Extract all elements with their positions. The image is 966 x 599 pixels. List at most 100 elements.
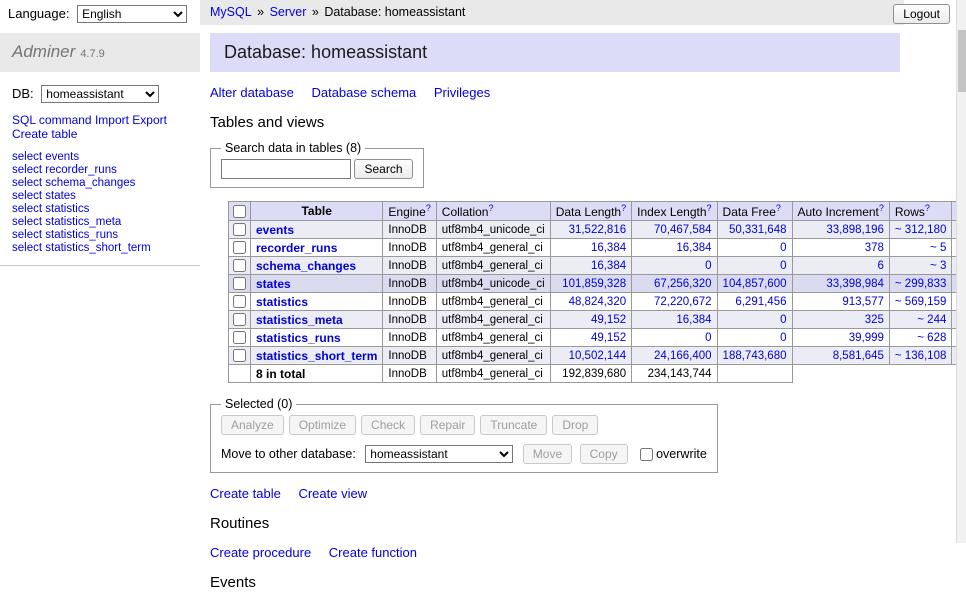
search-button[interactable]: Search — [354, 159, 412, 179]
db-link-alter-database[interactable]: Alter database — [210, 85, 294, 100]
overwrite-checkbox[interactable] — [640, 448, 653, 461]
sidebar-table-link-statistics_short_term[interactable]: statistics_short_term — [45, 242, 150, 254]
row-checkbox-states[interactable] — [233, 277, 246, 290]
help-link-auto-increment[interactable]: ? — [879, 203, 884, 213]
move-button[interactable]: Move — [523, 444, 572, 464]
sidebar-table-link-statistics_meta[interactable]: statistics_meta — [45, 216, 121, 228]
help-link-collation[interactable]: ? — [488, 203, 493, 213]
rows-link[interactable]: ~ 312,180 — [895, 224, 946, 236]
breadcrumb-link-mysql[interactable]: MySQL — [210, 5, 252, 19]
data-free-link[interactable]: 0 — [780, 242, 786, 254]
sidebar-link-import[interactable]: Import — [95, 113, 129, 127]
data-free-link[interactable]: 50,331,648 — [729, 224, 787, 236]
select-link-statistics[interactable]: select — [12, 203, 42, 215]
data-length-link[interactable]: 31,522,816 — [569, 224, 627, 236]
data-length-link[interactable]: 16,384 — [591, 242, 626, 254]
help-link-data-length[interactable]: ? — [621, 203, 626, 213]
help-link-index-length[interactable]: ? — [707, 203, 712, 213]
analyze-button[interactable]: Analyze — [221, 415, 284, 435]
sidebar-table-link-statistics_runs[interactable]: statistics_runs — [45, 229, 118, 241]
overwrite-option[interactable]: overwrite — [640, 447, 707, 461]
table-name-link-schema_changes[interactable]: schema_changes — [256, 259, 356, 273]
auto-increment-link[interactable]: 8,581,645 — [833, 350, 884, 362]
sidebar-table-link-recorder_runs[interactable]: recorder_runs — [45, 164, 117, 176]
db-select[interactable]: homeassistant — [41, 85, 159, 103]
data-free-link[interactable]: 6,291,456 — [735, 296, 786, 308]
auto-increment-link[interactable]: 325 — [865, 314, 884, 326]
table-name-link-events[interactable]: events — [256, 223, 294, 237]
repair-button[interactable]: Repair — [420, 415, 475, 435]
index-length-link[interactable]: 24,166,400 — [654, 350, 712, 362]
row-checkbox-recorder_runs[interactable] — [233, 241, 246, 254]
scrollbar-thumb[interactable] — [958, 30, 966, 92]
breadcrumb-link-server[interactable]: Server — [270, 5, 307, 19]
rows-link[interactable]: ~ 5 — [930, 242, 946, 254]
db-link-privileges[interactable]: Privileges — [434, 85, 490, 100]
create-link-create-table[interactable]: Create table — [210, 486, 281, 501]
search-input[interactable] — [221, 159, 351, 179]
language-select[interactable]: English — [77, 5, 187, 23]
data-free-link[interactable]: 0 — [780, 260, 786, 272]
select-link-statistics_short_term[interactable]: select — [12, 242, 42, 254]
data-length-link[interactable]: 49,152 — [591, 332, 626, 344]
table-name-link-statistics[interactable]: statistics — [256, 295, 308, 309]
routine-link-create-procedure[interactable]: Create procedure — [210, 545, 311, 560]
data-length-link[interactable]: 48,824,320 — [569, 296, 627, 308]
auto-increment-link[interactable]: 6 — [877, 260, 883, 272]
row-checkbox-schema_changes[interactable] — [233, 259, 246, 272]
rows-link[interactable]: ~ 628 — [917, 332, 946, 344]
auto-increment-link[interactable]: 39,999 — [849, 332, 884, 344]
row-checkbox-statistics_meta[interactable] — [233, 313, 246, 326]
optimize-button[interactable]: Optimize — [289, 415, 356, 435]
select-link-statistics_meta[interactable]: select — [12, 216, 42, 228]
routine-link-create-function[interactable]: Create function — [329, 545, 417, 560]
create-link-create-view[interactable]: Create view — [298, 486, 367, 501]
select-link-events[interactable]: select — [12, 151, 42, 163]
row-checkbox-statistics_runs[interactable] — [233, 331, 246, 344]
data-free-link[interactable]: 0 — [780, 332, 786, 344]
table-name-link-statistics_runs[interactable]: statistics_runs — [256, 331, 341, 345]
data-length-link[interactable]: 101,859,328 — [562, 278, 626, 290]
data-length-link[interactable]: 49,152 — [591, 314, 626, 326]
row-checkbox-statistics_short_term[interactable] — [233, 349, 246, 362]
index-length-link[interactable]: 70,467,584 — [654, 224, 712, 236]
auto-increment-link[interactable]: 33,898,196 — [826, 224, 884, 236]
rows-link[interactable]: ~ 3 — [930, 260, 946, 272]
rows-link[interactable]: ~ 569,159 — [895, 296, 946, 308]
help-link-data-free[interactable]: ? — [776, 203, 781, 213]
sidebar-link-create-table[interactable]: Create table — [12, 127, 77, 141]
rows-link[interactable]: ~ 244 — [917, 314, 946, 326]
rows-link[interactable]: ~ 136,108 — [895, 350, 946, 362]
check-button[interactable]: Check — [361, 415, 415, 435]
help-link-rows[interactable]: ? — [925, 203, 930, 213]
sidebar-table-link-states[interactable]: states — [45, 190, 76, 202]
drop-button[interactable]: Drop — [552, 415, 598, 435]
help-link-engine[interactable]: ? — [426, 203, 431, 213]
auto-increment-link[interactable]: 378 — [865, 242, 884, 254]
table-name-link-statistics_short_term[interactable]: statistics_short_term — [256, 349, 377, 363]
table-name-link-recorder_runs[interactable]: recorder_runs — [256, 241, 337, 255]
table-name-link-states[interactable]: states — [256, 277, 291, 291]
sidebar-link-sql-command[interactable]: SQL command — [12, 113, 92, 127]
logout-button[interactable]: Logout — [893, 4, 950, 24]
select-link-states[interactable]: select — [12, 190, 42, 202]
data-free-link[interactable]: 104,857,600 — [723, 278, 787, 290]
index-length-link[interactable]: 0 — [705, 332, 711, 344]
rows-link[interactable]: ~ 299,833 — [895, 278, 946, 290]
move-database-select[interactable]: homeassistant — [365, 445, 513, 463]
index-length-link[interactable]: 67,256,320 — [654, 278, 712, 290]
index-length-link[interactable]: 16,384 — [676, 314, 711, 326]
data-length-link[interactable]: 10,502,144 — [569, 350, 627, 362]
sidebar-link-export[interactable]: Export — [132, 113, 167, 127]
auto-increment-link[interactable]: 913,577 — [842, 296, 884, 308]
data-free-link[interactable]: 0 — [780, 314, 786, 326]
vertical-scrollbar[interactable] — [956, 0, 966, 543]
row-checkbox-events[interactable] — [233, 223, 246, 236]
index-length-link[interactable]: 16,384 — [676, 242, 711, 254]
select-link-recorder_runs[interactable]: select — [12, 164, 42, 176]
data-free-link[interactable]: 188,743,680 — [723, 350, 787, 362]
select-link-statistics_runs[interactable]: select — [12, 229, 42, 241]
copy-button[interactable]: Copy — [580, 444, 628, 464]
auto-increment-link[interactable]: 33,398,984 — [826, 278, 884, 290]
db-link-database-schema[interactable]: Database schema — [311, 85, 416, 100]
